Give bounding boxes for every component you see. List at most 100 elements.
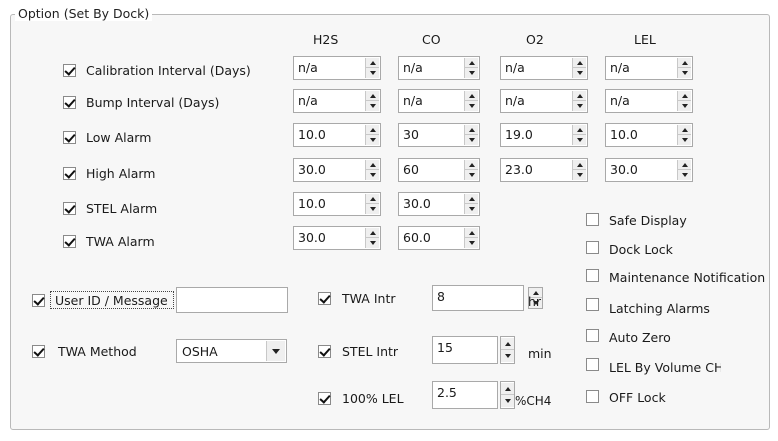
spin-down-icon[interactable] xyxy=(573,101,586,111)
spin-up-icon[interactable] xyxy=(573,125,586,135)
spin-up-icon[interactable] xyxy=(678,125,691,135)
spin-up-icon[interactable] xyxy=(366,228,379,238)
twa-alarm-co-spinbox[interactable]: 60.0 xyxy=(398,226,480,250)
calibration-h2s-value: n/a xyxy=(298,60,318,75)
auto-zero-checkbox[interactable] xyxy=(586,329,599,342)
twa-alarm-h2s-spinbox[interactable]: 30.0 xyxy=(293,226,381,250)
spin-up-icon[interactable] xyxy=(465,194,478,204)
spin-down-icon[interactable] xyxy=(678,135,691,145)
spin-down-icon[interactable] xyxy=(501,350,514,362)
spin-up-icon[interactable] xyxy=(366,125,379,135)
spin-up-icon[interactable] xyxy=(465,125,478,135)
twa-method-checkbox[interactable] xyxy=(32,345,45,358)
low-alarm-h2s-spinbox[interactable]: 10.0 xyxy=(293,123,381,147)
spin-up-icon[interactable] xyxy=(366,58,379,68)
spin-up-icon[interactable] xyxy=(366,194,379,204)
calibration-lel-spinbox[interactable]: n/a xyxy=(605,56,693,80)
twa-method-select[interactable]: OSHA xyxy=(176,339,287,363)
spin-up-icon[interactable] xyxy=(678,58,691,68)
spin-up-icon[interactable] xyxy=(465,58,478,68)
spin-down-icon[interactable] xyxy=(678,101,691,111)
stel-alarm-h2s-spinbox[interactable]: 10.0 xyxy=(293,192,381,216)
auto-zero-label: Auto Zero xyxy=(609,330,671,345)
bump-lel-value: n/a xyxy=(610,93,630,108)
high-alarm-co-spinbox[interactable]: 60 xyxy=(398,158,480,182)
spin-down-icon[interactable] xyxy=(678,170,691,180)
lel-100-spinbox[interactable]: 2.5 xyxy=(432,381,498,409)
spin-up-icon[interactable] xyxy=(465,160,478,170)
maintenance-notification-checkbox[interactable] xyxy=(586,269,599,282)
lel-100-value: 2.5 xyxy=(437,385,457,400)
group-title: Option (Set By Dock) xyxy=(15,6,153,21)
spin-down-icon[interactable] xyxy=(366,68,379,78)
spin-down-icon[interactable] xyxy=(366,135,379,145)
spin-up-icon[interactable] xyxy=(573,58,586,68)
spin-down-icon[interactable] xyxy=(465,68,478,78)
spin-up-icon[interactable] xyxy=(465,228,478,238)
bump-interval-label: Bump Interval (Days) xyxy=(86,95,220,110)
spin-up-icon[interactable] xyxy=(573,160,586,170)
low-alarm-lel-spinbox[interactable]: 10.0 xyxy=(605,123,693,147)
spin-up-icon[interactable] xyxy=(501,383,514,395)
spin-up-icon[interactable] xyxy=(366,91,379,101)
high-alarm-o2-value: 23.0 xyxy=(505,162,533,177)
spin-down-icon[interactable] xyxy=(573,135,586,145)
lel-100-checkbox[interactable] xyxy=(318,392,331,405)
safe-display-checkbox[interactable] xyxy=(586,213,599,226)
bump-h2s-spinbox[interactable]: n/a xyxy=(293,89,381,113)
bump-interval-checkbox[interactable] xyxy=(63,96,76,109)
calibration-co-spinbox[interactable]: n/a xyxy=(398,56,480,80)
user-id-message-input[interactable] xyxy=(176,287,288,313)
spin-up-icon[interactable] xyxy=(573,91,586,101)
dock-lock-checkbox[interactable] xyxy=(586,241,599,254)
low-alarm-o2-spinbox[interactable]: 19.0 xyxy=(500,123,588,147)
spin-up-icon[interactable] xyxy=(678,91,691,101)
spin-up-icon[interactable] xyxy=(465,91,478,101)
chevron-down-icon[interactable] xyxy=(266,341,285,361)
user-id-checkbox[interactable] xyxy=(32,294,45,307)
spin-up-icon[interactable] xyxy=(678,160,691,170)
spin-down-icon[interactable] xyxy=(678,68,691,78)
stel-alarm-co-spinbox[interactable]: 30.0 xyxy=(398,192,480,216)
spin-down-icon[interactable] xyxy=(465,135,478,145)
calibration-h2s-spinbox[interactable]: n/a xyxy=(293,56,381,80)
high-alarm-lel-spinbox[interactable]: 30.0 xyxy=(605,158,693,182)
spin-down-icon[interactable] xyxy=(465,170,478,180)
lel-100-spinner[interactable] xyxy=(500,381,515,409)
spin-up-icon[interactable] xyxy=(501,338,514,350)
stel-intr-spinner[interactable] xyxy=(500,336,515,364)
spin-down-icon[interactable] xyxy=(573,68,586,78)
stel-intr-spinbox[interactable]: 15 xyxy=(432,336,498,364)
lel-by-volume-checkbox[interactable] xyxy=(586,358,599,371)
stel-intr-checkbox[interactable] xyxy=(318,345,331,358)
low-alarm-co-spinbox[interactable]: 30 xyxy=(398,123,480,147)
high-alarm-checkbox[interactable] xyxy=(63,167,76,180)
spin-down-icon[interactable] xyxy=(465,101,478,111)
spin-down-icon[interactable] xyxy=(573,170,586,180)
twa-alarm-checkbox[interactable] xyxy=(63,235,76,248)
column-header-h2s: H2S xyxy=(313,32,339,47)
low-alarm-checkbox[interactable] xyxy=(63,131,76,144)
off-lock-checkbox[interactable] xyxy=(586,390,599,403)
spin-up-icon[interactable] xyxy=(366,160,379,170)
stel-alarm-checkbox[interactable] xyxy=(63,202,76,215)
spin-down-icon[interactable] xyxy=(465,238,478,248)
twa-intr-checkbox[interactable] xyxy=(318,292,331,305)
spin-down-icon[interactable] xyxy=(366,170,379,180)
calibration-o2-spinbox[interactable]: n/a xyxy=(500,56,588,80)
twa-intr-spinbox[interactable]: 8 xyxy=(432,285,543,311)
spin-down-icon[interactable] xyxy=(366,204,379,214)
bump-lel-spinbox[interactable]: n/a xyxy=(605,89,693,113)
spin-down-icon[interactable] xyxy=(366,101,379,111)
bump-co-spinbox[interactable]: n/a xyxy=(398,89,480,113)
twa-intr-label: TWA Intr xyxy=(342,291,396,306)
spin-down-icon[interactable] xyxy=(465,204,478,214)
calibration-interval-checkbox[interactable] xyxy=(63,64,76,77)
bump-o2-spinbox[interactable]: n/a xyxy=(500,89,588,113)
high-alarm-h2s-spinbox[interactable]: 30.0 xyxy=(293,158,381,182)
high-alarm-o2-spinbox[interactable]: 23.0 xyxy=(500,158,588,182)
spin-down-icon[interactable] xyxy=(501,395,514,407)
latching-alarms-checkbox[interactable] xyxy=(586,298,599,311)
spin-down-icon[interactable] xyxy=(366,238,379,248)
twa-alarm-h2s-value: 30.0 xyxy=(298,230,326,245)
